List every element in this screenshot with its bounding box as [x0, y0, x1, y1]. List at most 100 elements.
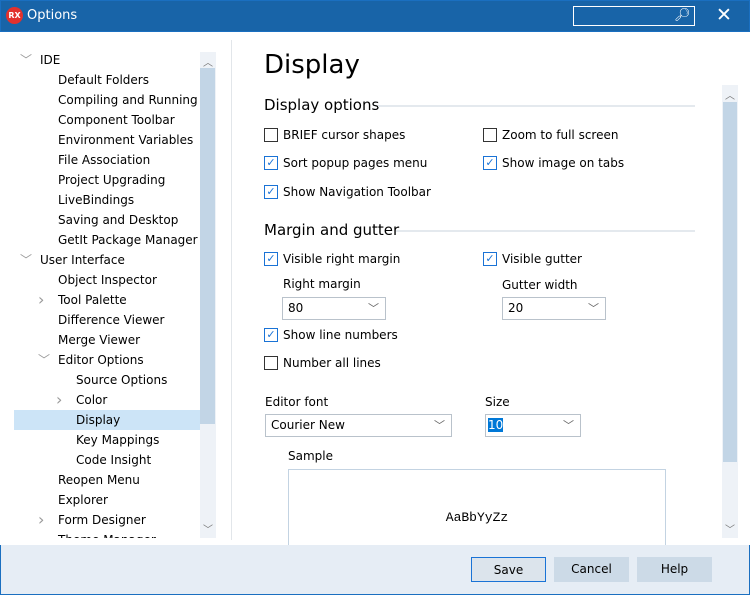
scroll-down-icon[interactable]: ﹀: [722, 521, 738, 536]
checkbox-unchecked-icon[interactable]: [264, 127, 278, 142]
tree-item-label: Difference Viewer: [58, 313, 165, 327]
checkbox-label: Visible right margin: [283, 252, 401, 266]
tree-item[interactable]: Component Toolbar: [14, 110, 200, 130]
scroll-up-icon[interactable]: ︿: [200, 54, 216, 69]
checkbox-unchecked-icon[interactable]: [264, 355, 278, 370]
tree-item[interactable]: Explorer: [14, 490, 200, 510]
tree-item[interactable]: › Color: [14, 390, 200, 410]
divider: [378, 105, 695, 107]
tree-item[interactable]: ﹀ IDE: [14, 50, 200, 70]
zoom-full-screen-checkbox[interactable]: Zoom to full screen: [483, 127, 618, 145]
divider: [396, 230, 695, 232]
brief-cursor-checkbox[interactable]: BRIEF cursor shapes: [264, 127, 405, 145]
app-logo: RX: [6, 7, 23, 24]
tree-item[interactable]: Theme Manager: [14, 530, 200, 538]
checkbox-checked-icon[interactable]: ✓: [483, 155, 497, 170]
tree-item[interactable]: Project Upgrading: [14, 170, 200, 190]
content-scrollbar-thumb[interactable]: [723, 102, 737, 462]
close-icon: ✕: [716, 4, 732, 26]
tree-item-label: Component Toolbar: [58, 113, 175, 127]
tree-item-label: Merge Viewer: [58, 333, 141, 347]
tree-item[interactable]: Object Inspector: [14, 270, 200, 290]
checkbox-checked-icon[interactable]: ✓: [483, 251, 497, 266]
tree-item[interactable]: › Tool Palette: [14, 290, 200, 310]
tree-item[interactable]: Code Insight: [14, 450, 200, 470]
tree-item[interactable]: Compiling and Running: [14, 90, 200, 110]
page-title: Display: [264, 50, 360, 80]
editor-font-dropdown[interactable]: Courier New ﹀: [265, 414, 452, 437]
tree-item[interactable]: Key Mappings: [14, 430, 200, 450]
sort-popup-checkbox[interactable]: ✓ Sort popup pages menu: [264, 155, 427, 173]
size-dropdown[interactable]: 10 ﹀: [485, 414, 581, 437]
tree-item[interactable]: GetIt Package Manager: [14, 230, 200, 250]
tree-item-label: LiveBindings: [58, 193, 135, 207]
save-button[interactable]: Save: [471, 557, 546, 582]
checkbox-checked-icon[interactable]: ✓: [264, 155, 278, 170]
chevron-right-icon[interactable]: ›: [38, 510, 44, 530]
search-input[interactable]: 🔍︎: [573, 6, 695, 26]
tree-item[interactable]: ﹀ User Interface: [14, 250, 200, 270]
tree-item[interactable]: Merge Viewer: [14, 330, 200, 350]
help-button[interactable]: Help: [637, 557, 712, 582]
tree-item[interactable]: Default Folders: [14, 70, 200, 90]
size-label: Size: [485, 395, 510, 409]
tree-item[interactable]: › Form Designer: [14, 510, 200, 530]
tree-item[interactable]: Saving and Desktop: [14, 210, 200, 230]
tree-item[interactable]: ﹀ Editor Options: [14, 350, 200, 370]
show-image-tabs-checkbox[interactable]: ✓ Show image on tabs: [483, 155, 624, 173]
checkbox-checked-icon[interactable]: ✓: [264, 327, 278, 342]
chevron-down-icon[interactable]: ﹀: [20, 50, 32, 70]
tree-item-label: Project Upgrading: [58, 173, 166, 187]
size-value[interactable]: 10: [488, 418, 504, 432]
close-button[interactable]: ✕: [716, 4, 732, 26]
tree-item[interactable]: Source Options: [14, 370, 200, 390]
sample-label: Sample: [288, 449, 333, 463]
tree-item[interactable]: Reopen Menu: [14, 470, 200, 490]
tree-item[interactable]: Display: [14, 410, 200, 430]
right-margin-value: 80: [288, 301, 304, 315]
checkbox-checked-icon[interactable]: ✓: [264, 184, 278, 199]
checkbox-unchecked-icon[interactable]: [483, 127, 497, 142]
tree-item-label: Source Options: [76, 373, 168, 387]
show-line-numbers-checkbox[interactable]: ✓ Show line numbers: [264, 327, 398, 345]
pane-divider[interactable]: [231, 40, 232, 540]
tree-item-label: Key Mappings: [76, 433, 160, 447]
tree-item-label: Default Folders: [58, 73, 149, 87]
tree-scrollbar-thumb[interactable]: [200, 68, 215, 424]
gutter-width-label: Gutter width: [502, 278, 578, 292]
checkbox-label: Show line numbers: [283, 328, 398, 342]
checkbox-label: Number all lines: [283, 356, 381, 370]
checkbox-label: Show image on tabs: [502, 156, 625, 170]
show-nav-toolbar-checkbox[interactable]: ✓ Show Navigation Toolbar: [264, 184, 431, 202]
scroll-down-icon[interactable]: ﹀: [200, 521, 216, 536]
number-all-lines-checkbox[interactable]: Number all lines: [264, 355, 381, 373]
right-margin-dropdown[interactable]: 80 ﹀: [282, 297, 386, 320]
tree-item[interactable]: LiveBindings: [14, 190, 200, 210]
tree-item-label: Theme Manager: [58, 530, 156, 538]
chevron-right-icon[interactable]: ›: [56, 390, 62, 410]
checkbox-label: Sort popup pages menu: [283, 156, 428, 170]
tree-item[interactable]: File Association: [14, 150, 200, 170]
tree-item-label: User Interface: [40, 253, 125, 267]
tree-item-label: Object Inspector: [58, 273, 157, 287]
tree-item-label: Environment Variables: [58, 133, 194, 147]
scroll-up-icon[interactable]: ︿: [722, 87, 738, 102]
tree-item[interactable]: Environment Variables: [14, 130, 200, 150]
tree-item-label: Display: [76, 413, 121, 427]
tree-item-label: Reopen Menu: [58, 473, 140, 487]
options-tree: ﹀ IDE Default Folders Compiling and Running…: [14, 50, 200, 538]
cancel-button[interactable]: Cancel: [554, 557, 629, 582]
visible-right-margin-checkbox[interactable]: ✓ Visible right margin: [264, 251, 400, 269]
gutter-width-value: 20: [508, 301, 524, 315]
sample-text: AaBbYyZz: [445, 510, 509, 525]
visible-gutter-checkbox[interactable]: ✓ Visible gutter: [483, 251, 582, 269]
chevron-right-icon[interactable]: ›: [38, 290, 44, 310]
checkbox-label: Show Navigation Toolbar: [283, 185, 431, 199]
chevron-down-icon[interactable]: ﹀: [20, 250, 32, 270]
tree-item-label: Code Insight: [76, 453, 152, 467]
gutter-width-dropdown[interactable]: 20 ﹀: [502, 297, 606, 320]
chevron-down-icon[interactable]: ﹀: [38, 350, 50, 370]
tree-item[interactable]: Difference Viewer: [14, 310, 200, 330]
checkbox-label: Zoom to full screen: [502, 128, 619, 142]
checkbox-checked-icon[interactable]: ✓: [264, 251, 278, 266]
